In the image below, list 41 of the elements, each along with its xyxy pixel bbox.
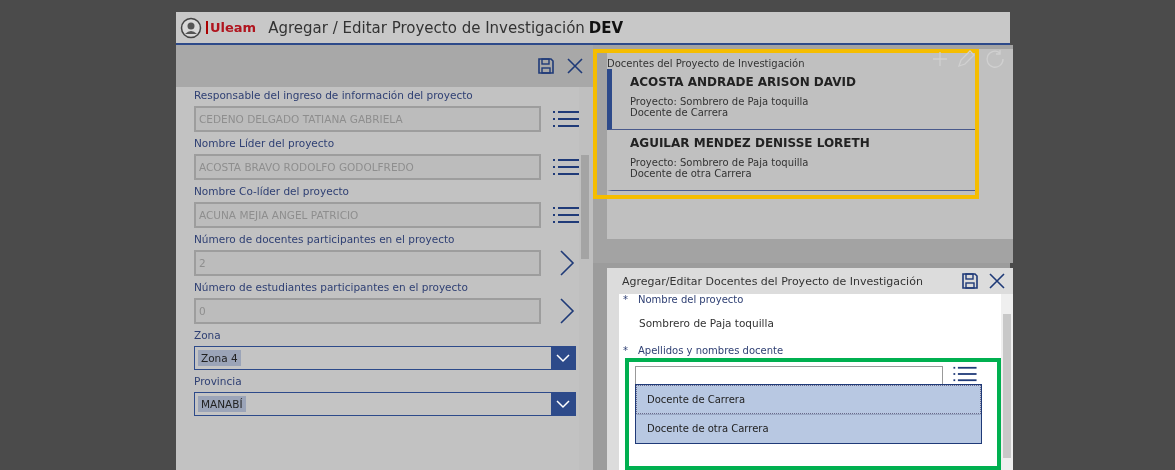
menu-option[interactable]: Docente de otra Carrera [636,414,981,443]
chevron-down-icon[interactable] [551,347,575,369]
list-icon[interactable] [553,110,579,128]
list-icon[interactable] [953,366,977,382]
field-label: Apellidos y nombres docente [638,345,784,356]
field-label: Responsable del ingreso de información del proyecto [194,89,474,101]
panel-title: Agregar/Editar Docentes del Proyecto de Investigación [622,274,924,288]
field-label: Nombre Líder del proyecto [194,137,336,149]
teacher-type: Docente de Carrera [630,107,730,118]
menu-option[interactable]: Docente de Carrera [636,385,981,414]
field-label: Número de estudiantes participantes en el proyecto [194,281,469,293]
teacher-list-item[interactable]: ACOSTA ANDRADE ARISON DAVID Proyecto: Sombrero de Paja toquilla Docente de Carrera [607,69,975,130]
teacher-name: AGUILAR MENDEZ DENISSE LORETH [630,136,871,150]
save-icon[interactable] [961,272,979,290]
environment-label: DEV [588,18,624,37]
field-label: Zona [194,329,222,341]
project-name-value: Sombrero de Paja toquilla [639,317,775,329]
list-icon[interactable] [553,158,579,176]
required-mark: * [623,294,628,305]
logo-text: Uleam [210,21,257,34]
close-icon[interactable] [989,273,1005,289]
teacher-list-item[interactable]: AGUILAR MENDEZ DENISSE LORETH Proyecto: Sombrero de Paja toquilla Docente de otra Carrera [607,130,975,191]
teacher-name: ACOSTA ANDRADE ARISON DAVID [630,75,857,89]
teacher-type: Docente de otra Carrera [630,168,752,179]
field-label: Nombre del proyecto [638,294,744,305]
project-text: Proyecto: Sombrero de Paja toquilla [630,97,810,108]
emblem-icon [180,16,202,39]
panel-title: Docentes del Proyecto de Investigación [607,58,805,69]
scrollbar[interactable] [1001,294,1013,470]
save-icon[interactable] [537,57,555,75]
list-icon[interactable] [553,206,579,224]
project-text: Proyecto: Sombrero de Paja toquilla [630,158,810,169]
close-icon[interactable] [567,58,583,74]
field-label: Nombre Co-líder del proyecto [194,185,350,197]
window-title: Agregar / Editar Proyecto de Investigación [268,18,585,37]
required-mark: * [623,345,628,356]
field-label: Número de docentes participantes en el proyecto [194,233,456,245]
dropdown[interactable]: MANABÍ [194,392,576,416]
dropdown[interactable]: Zona 4 [194,346,576,370]
field-label: Provincia [194,375,243,387]
chevron-down-icon[interactable] [551,393,575,415]
